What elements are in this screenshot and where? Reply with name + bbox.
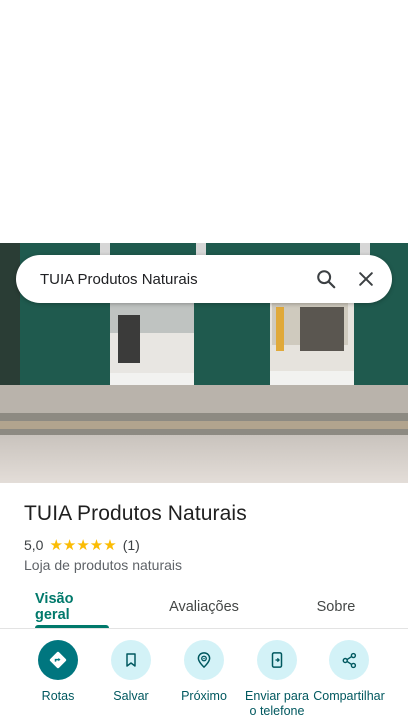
share-button[interactable]: Compartilhar bbox=[313, 640, 385, 704]
review-count: (1) bbox=[122, 537, 140, 553]
tab-about-label: Sobre bbox=[316, 599, 356, 615]
save-label: Salvar bbox=[113, 689, 149, 703]
save-button[interactable]: Salvar bbox=[95, 640, 167, 704]
nearby-icon bbox=[184, 640, 224, 680]
bookmark-icon bbox=[111, 640, 151, 680]
search-query[interactable]: TUIA Produtos Naturais bbox=[40, 271, 306, 288]
rating-row[interactable]: 5,0 ★★★★★ (1) bbox=[24, 536, 140, 554]
tab-overview[interactable]: Visão geral bbox=[35, 588, 109, 628]
action-buttons: Rotas Salvar Próximo Enviar para o telef… bbox=[0, 640, 408, 726]
tab-about[interactable]: Sobre bbox=[306, 588, 366, 626]
search-icon[interactable] bbox=[306, 259, 346, 299]
share-label: Compartilhar bbox=[313, 689, 385, 703]
place-title: TUIA Produtos Naturais bbox=[24, 502, 247, 525]
directions-label: Rotas bbox=[41, 689, 75, 703]
active-tab-indicator bbox=[35, 625, 109, 628]
rating-stars: ★★★★★ bbox=[49, 537, 117, 554]
send-to-phone-label: Enviar para o telefone bbox=[245, 689, 309, 718]
rating-value: 5,0 bbox=[24, 537, 44, 553]
tab-reviews[interactable]: Avaliações bbox=[160, 588, 248, 626]
close-icon[interactable] bbox=[346, 259, 386, 299]
place-tabs: Visão geral Avaliações Sobre bbox=[0, 588, 408, 629]
share-icon bbox=[329, 640, 369, 680]
place-category[interactable]: Loja de produtos naturais bbox=[24, 557, 182, 573]
nearby-button[interactable]: Próximo bbox=[168, 640, 240, 704]
tab-overview-label: Visão geral bbox=[35, 591, 74, 623]
directions-icon bbox=[38, 640, 78, 680]
search-bar[interactable]: TUIA Produtos Naturais bbox=[16, 255, 392, 303]
send-to-phone-button[interactable]: Enviar para o telefone bbox=[241, 640, 313, 719]
directions-button[interactable]: Rotas bbox=[22, 640, 94, 704]
tab-reviews-label: Avaliações bbox=[169, 599, 239, 615]
send-to-phone-icon bbox=[257, 640, 297, 680]
nearby-label: Próximo bbox=[181, 689, 227, 703]
